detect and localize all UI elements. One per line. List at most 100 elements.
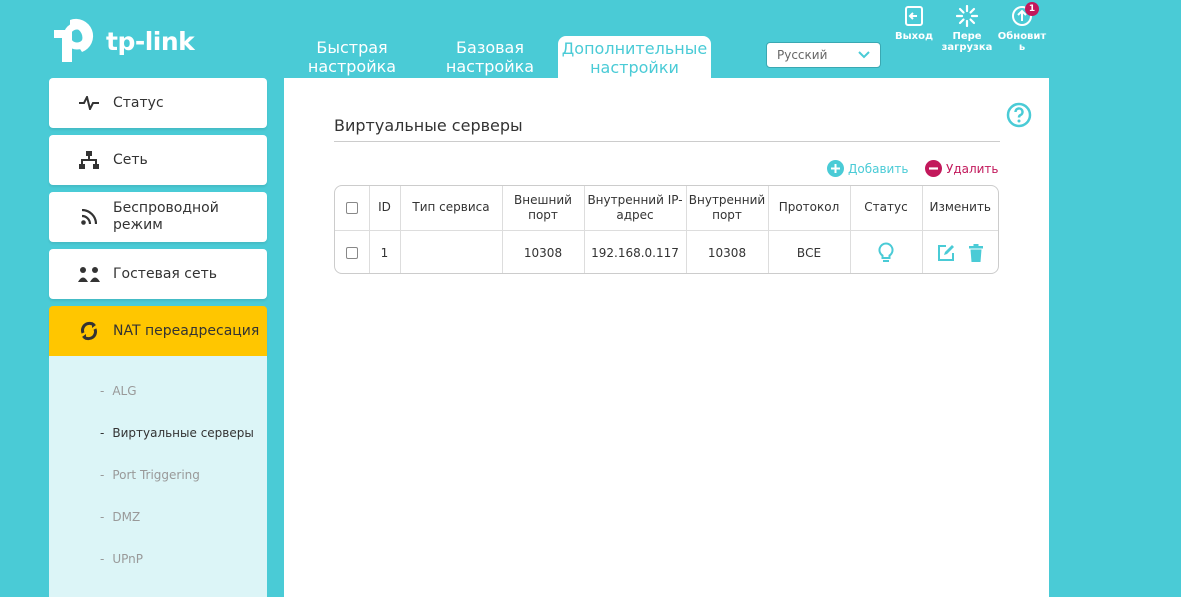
sidebar-item-label: Сеть [113, 151, 148, 168]
update-label-1: Обновит [997, 31, 1047, 42]
column-header: Внутренний порт [686, 186, 769, 230]
table-row: 1 10308 192.168.0.117 10308 ВСЕ [335, 230, 998, 273]
logo-text: tp-link [106, 26, 195, 56]
tab-label: настройка [307, 57, 397, 76]
logout-button[interactable]: Выход [888, 4, 940, 42]
main-panel: Виртуальные серверы Добавить Удалить ID … [284, 78, 1049, 597]
sidebar-item-network[interactable]: Сеть [49, 135, 267, 185]
column-header: Статус [850, 186, 923, 230]
submenu-item-alg[interactable]: - ALG [100, 384, 137, 398]
plus-circle-icon [827, 160, 844, 177]
submenu-item-label: UPnP [112, 552, 143, 566]
column-header-text: адрес [616, 207, 654, 222]
submenu-item-dmz[interactable]: - DMZ [100, 510, 140, 524]
add-label: Добавить [848, 161, 909, 176]
reboot-label-2: загрузка [941, 42, 993, 53]
logout-label: Выход [894, 31, 934, 42]
submenu-item-label: Виртуальные серверы [112, 426, 254, 440]
column-header-text: Внешний [514, 192, 572, 207]
help-icon[interactable] [1006, 102, 1032, 128]
guest-network-icon [78, 267, 100, 282]
cell-internal-port: 10308 [686, 230, 769, 273]
tab-advanced-setup[interactable]: Дополнительные настройки [558, 36, 711, 80]
sidebar-item-label: NAT переадресация [113, 322, 260, 339]
submenu-item-label: DMZ [112, 510, 141, 524]
select-all-cell [335, 186, 370, 230]
update-badge: 1 [1025, 2, 1039, 16]
language-select[interactable]: Русский [766, 42, 881, 68]
submenu-item-label: Port Triggering [112, 468, 200, 482]
reboot-label-1: Пере [952, 31, 982, 42]
tab-label: Дополнительные [561, 39, 708, 58]
pulse-icon [79, 96, 99, 110]
sidebar-item-guest-network[interactable]: Гостевая сеть [49, 249, 267, 299]
select-all-checkbox[interactable] [345, 201, 358, 214]
tp-link-logo-icon [54, 18, 94, 62]
reboot-icon [956, 5, 978, 27]
row-checkbox[interactable] [345, 247, 358, 259]
row-select-cell [335, 230, 370, 273]
cell-service-type [400, 230, 503, 273]
add-button[interactable]: Добавить [827, 160, 908, 177]
title-divider [334, 141, 1000, 142]
chevron-down-icon [858, 51, 870, 59]
column-header: Внешний порт [502, 186, 585, 230]
column-header-text: Статус [864, 200, 908, 215]
column-header-text: Внутренний [688, 192, 766, 207]
wireless-icon [81, 209, 97, 225]
column-header: Изменить [922, 186, 998, 230]
column-header-text: порт [712, 207, 742, 222]
tab-label: настройка [445, 57, 535, 76]
cell-id: 1 [369, 230, 401, 273]
sidebar-item-label: Статус [113, 94, 164, 111]
sidebar-item-wireless[interactable]: Беспроводной режим [49, 192, 267, 242]
tab-label: настройки [590, 58, 679, 77]
sidebar-item-label: Гостевая сеть [113, 265, 217, 282]
column-header-text: Внутренний IP- [587, 192, 683, 207]
edit-icon[interactable] [937, 244, 955, 262]
cell-protocol: ВСЕ [768, 230, 851, 273]
column-header-text: ID [378, 200, 391, 215]
update-label-2: ь [1018, 42, 1026, 53]
nat-icon [81, 321, 97, 341]
column-header-text: Тип сервиса [412, 200, 490, 215]
column-header: Внутренний IP- адрес [584, 186, 687, 230]
delete-label: Удалить [946, 161, 999, 176]
column-header: Тип сервиса [400, 186, 503, 230]
submenu-item-port-triggering[interactable]: - Port Triggering [100, 468, 200, 482]
cell-internal-ip: 192.168.0.117 [584, 230, 687, 273]
delete-button[interactable]: Удалить [925, 160, 999, 177]
network-icon [79, 151, 99, 169]
tab-label: Базовая [456, 38, 524, 57]
sidebar-item-label: Беспроводной [113, 200, 219, 216]
reboot-button[interactable]: Пере загрузка [941, 4, 993, 53]
submenu-item-upnp[interactable]: - UPnP [100, 552, 143, 566]
column-header-text: Протокол [778, 200, 840, 215]
column-header: Протокол [768, 186, 851, 230]
submenu-item-virtual-servers[interactable]: - Виртуальные серверы [100, 426, 254, 440]
tab-basic-setup[interactable]: Базовая настройка [434, 38, 546, 78]
tab-label: Быстрая [316, 38, 388, 57]
page-title: Виртуальные серверы [334, 116, 523, 135]
column-header: ID [369, 186, 401, 230]
submenu-item-label: ALG [112, 384, 137, 398]
column-header-text: порт [528, 207, 558, 222]
table-header-row: ID Тип сервиса Внешний порт Внутренний I… [335, 186, 998, 230]
sidebar-item-nat-forwarding[interactable]: NAT переадресация [49, 306, 267, 356]
sidebar-item-label: режим [113, 217, 163, 233]
cell-edit [922, 230, 998, 273]
cell-status [850, 230, 923, 273]
lightbulb-icon[interactable] [878, 241, 894, 264]
virtual-servers-table: ID Тип сервиса Внешний порт Внутренний I… [334, 185, 999, 274]
nat-submenu: - ALG - Виртуальные серверы - Port Triggeri… [49, 356, 267, 597]
minus-circle-icon [925, 160, 942, 177]
cell-external-port: 10308 [502, 230, 585, 273]
trash-icon[interactable] [969, 243, 984, 262]
tp-link-logo: tp-link [48, 16, 195, 66]
column-header-text: Изменить [929, 200, 992, 215]
update-button[interactable]: 1 Обновит ь [996, 2, 1048, 53]
tab-quick-setup[interactable]: Быстрая настройка [296, 38, 408, 78]
sidebar-item-status[interactable]: Статус [49, 78, 267, 128]
logout-icon [905, 6, 923, 26]
language-value: Русский [777, 48, 828, 62]
